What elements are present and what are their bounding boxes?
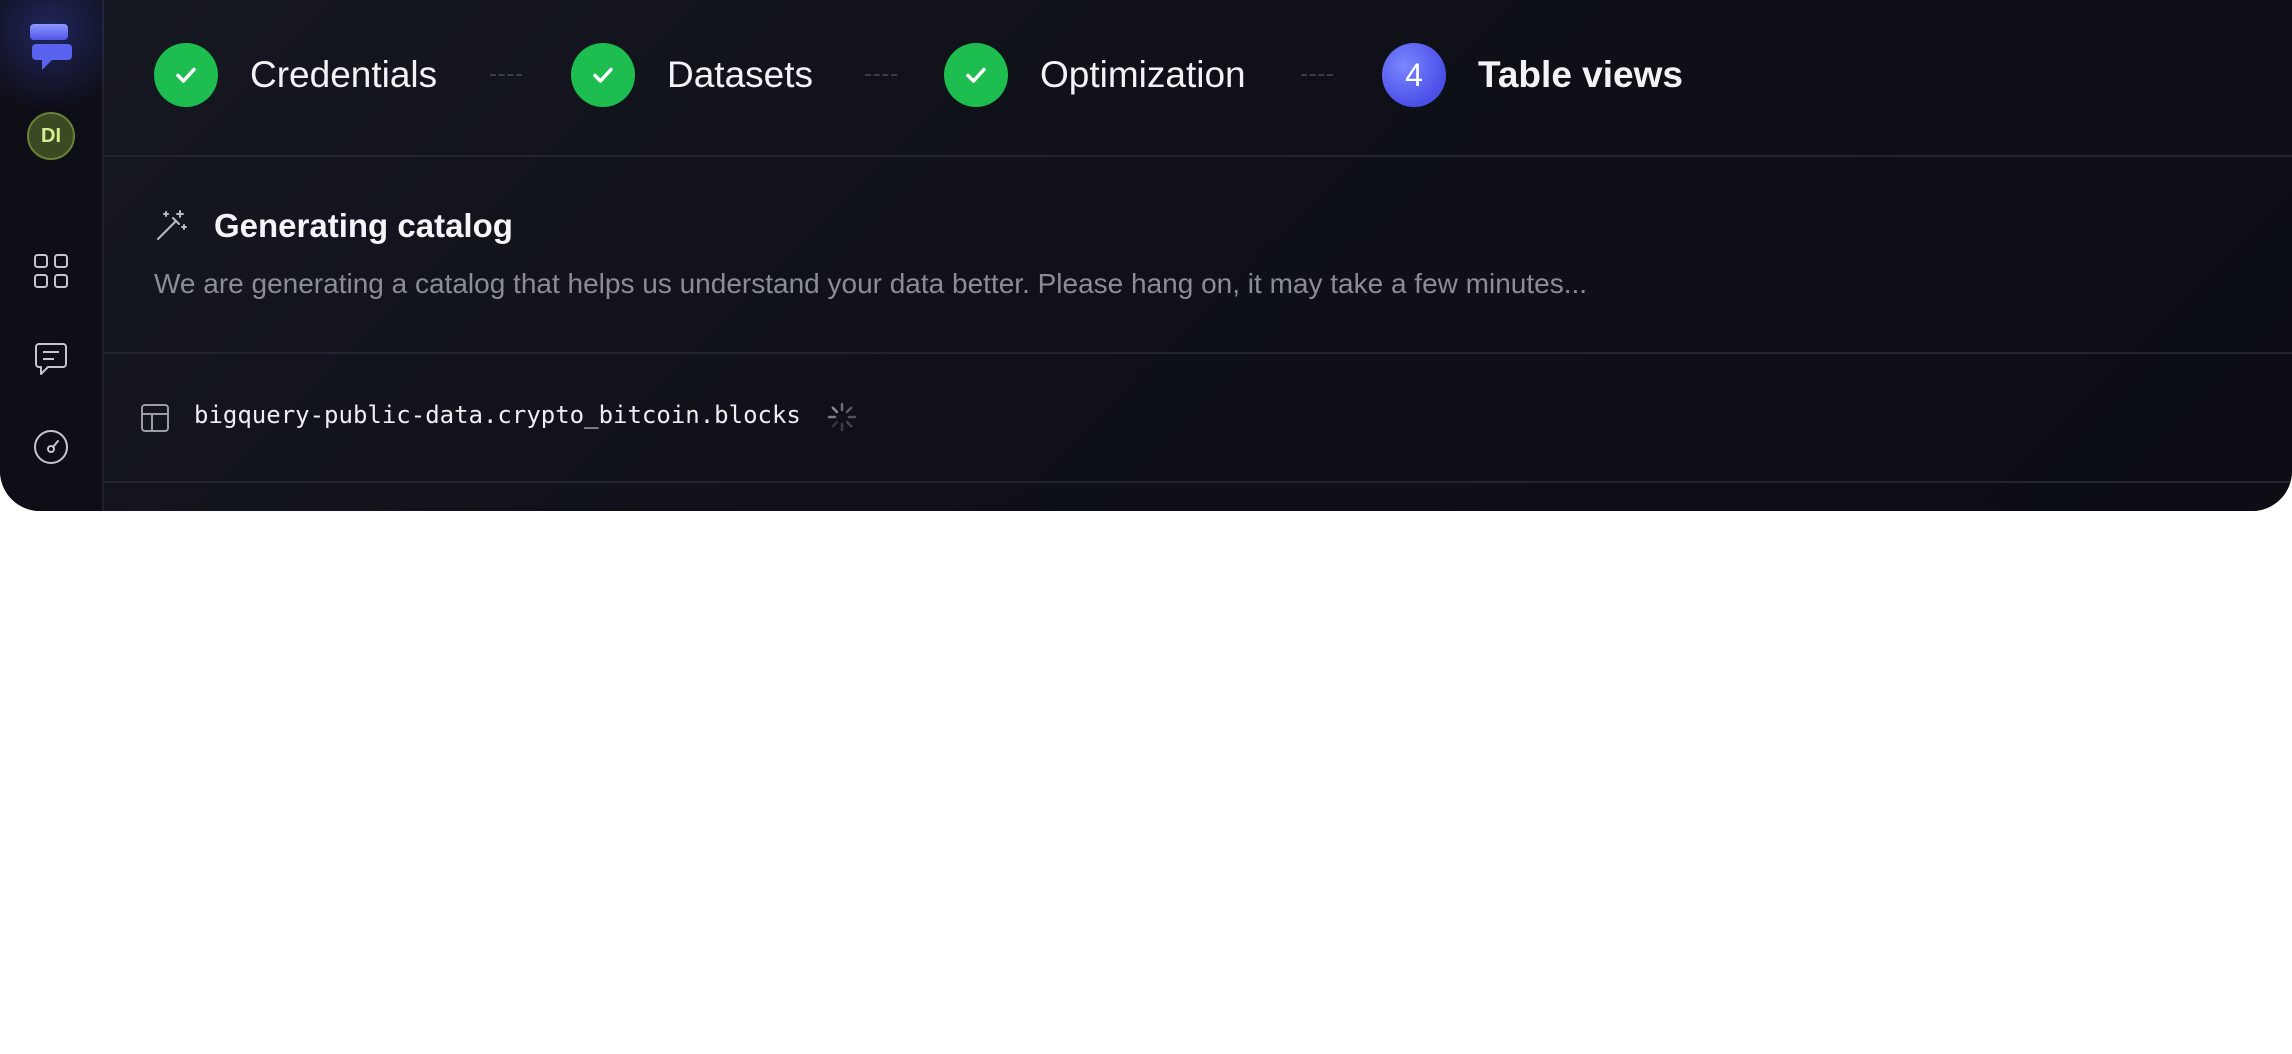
avatar-initials: DI [41,124,61,147]
step-label: Credentials [250,54,438,95]
app-window: DI Credentials Datasets Optimization 4 T… [0,0,2292,511]
grid-icon[interactable] [32,252,70,290]
step-label: Optimization [1040,54,1246,95]
step-number-badge: 4 [1382,43,1446,107]
step-connector [1301,74,1333,76]
catalog-description: We are generating a catalog that helps u… [154,268,1588,299]
step-complete-badge [154,43,218,107]
catalog-header: Generating catalog [154,207,513,245]
step-datasets[interactable]: Datasets [571,42,813,108]
step-connector [865,74,897,76]
step-credentials[interactable]: Credentials [154,42,437,108]
step-label: Table views [1478,54,1683,95]
table-icon [141,404,169,432]
check-icon [593,67,613,83]
step-complete-badge [944,43,1008,107]
step-label: Datasets [667,54,814,95]
step-complete-badge [571,43,635,107]
step-table-views[interactable]: 4 Table views [1382,42,1683,108]
main-content: Credentials Datasets Optimization 4 Tabl… [104,0,2292,511]
user-avatar[interactable]: DI [27,112,75,160]
table-row[interactable]: bigquery-public-data.crypto_bitcoin.bloc… [104,354,2292,483]
gauge-icon[interactable] [32,428,70,466]
sidebar: DI [0,0,140,511]
step-optimization[interactable]: Optimization [944,42,1246,108]
catalog-title: Generating catalog [214,207,513,244]
app-logo-icon[interactable] [28,22,74,74]
progress-stepper: Credentials Datasets Optimization 4 Tabl… [104,0,2292,157]
check-icon [966,67,986,83]
step-number: 4 [1405,56,1423,93]
step-connector [490,74,522,76]
chat-icon[interactable] [32,340,70,378]
table-name: bigquery-public-data.crypto_bitcoin.bloc… [194,401,801,429]
catalog-status-panel: Generating catalog We are generating a c… [104,155,2292,354]
loading-spinner-icon [827,402,857,432]
magic-wand-icon [157,210,187,240]
check-icon [176,67,196,83]
